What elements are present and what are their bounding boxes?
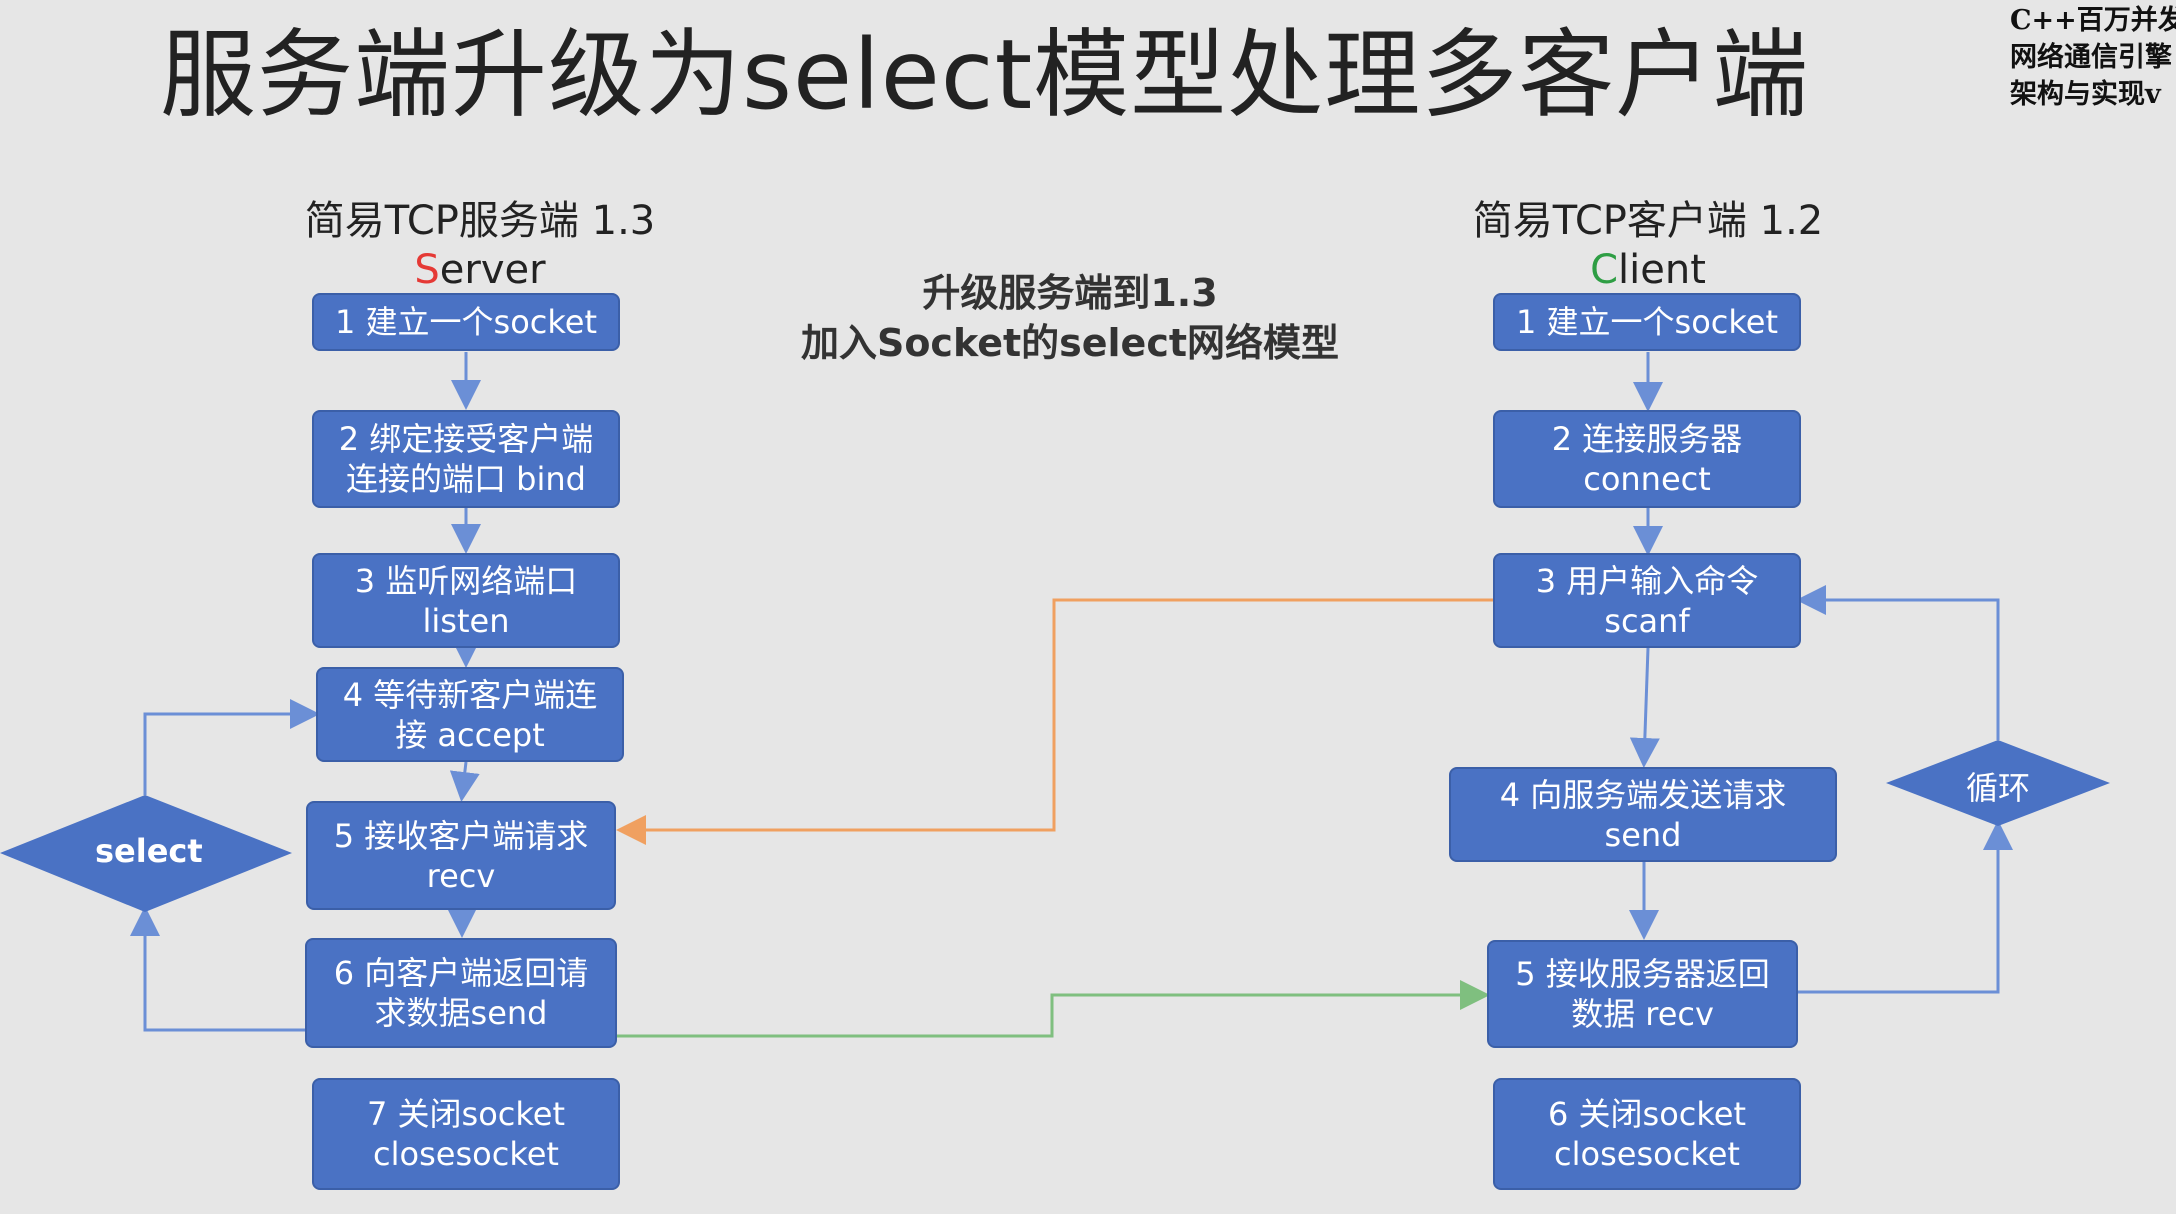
select-loop-up bbox=[130, 906, 305, 1032]
server-to-client-response bbox=[617, 980, 1490, 1038]
server-step-7: 7 关闭socket closesocket bbox=[312, 1078, 620, 1190]
client-step-1: 1 建立一个socket bbox=[1493, 293, 1801, 351]
server-step-5-line-1: 5 接收客户端请求 bbox=[333, 816, 589, 855]
upgrade-note-line-1: 升级服务端到1.3 bbox=[922, 271, 1218, 315]
client-heading: 简易TCP客户端 1.2 bbox=[1472, 198, 1824, 244]
server-heading: 简易TCP服务端 1.3 bbox=[304, 198, 656, 244]
client-step-3: 3 用户输入命令 scanf bbox=[1493, 553, 1801, 648]
client-step-5-line-2: 数据 recv bbox=[1571, 995, 1714, 1033]
client-arrow-3-4 bbox=[1629, 647, 1660, 768]
client-role-initial: C bbox=[1590, 247, 1619, 293]
client-step-3-line-1: 3 用户输入命令 bbox=[1535, 561, 1759, 600]
client-role: Client bbox=[1548, 245, 1748, 295]
server-step-3-line-2: listen bbox=[422, 601, 510, 640]
upgrade-note-line-2: 加入Socket的select网络模型 bbox=[800, 321, 1340, 365]
server-step-3-line-1: 3 监听网络端口 bbox=[354, 561, 578, 600]
server-arrow-4-5 bbox=[449, 761, 480, 802]
client-step-5: 5 接收服务器返回 数据 recv bbox=[1487, 940, 1798, 1048]
server-step-4-line-2: 接 accept bbox=[395, 715, 545, 754]
client-role-rest: lient bbox=[1618, 247, 1706, 293]
server-step-4: 4 等待新客户端连 接 accept bbox=[316, 667, 624, 762]
server-step-2-line-2: 连接的端口 bind bbox=[346, 460, 586, 498]
server-step-2-line-1: 2 绑定接受客户端 bbox=[338, 420, 594, 458]
client-step-4-line-1: 4 向服务端发送请求 bbox=[1499, 775, 1787, 814]
server-step-5: 5 接收客户端请求 recv bbox=[306, 801, 616, 910]
client-step-6-line-2: closesocket bbox=[1554, 1135, 1740, 1173]
client-step-2-line-2: connect bbox=[1583, 460, 1711, 498]
server-step-2: 2 绑定接受客户端 连接的端口 bind bbox=[312, 410, 620, 508]
server-step-1: 1 建立一个socket bbox=[312, 293, 620, 351]
loop-diamond-label: 循环 bbox=[1965, 769, 2030, 807]
select-loop-to-accept bbox=[143, 699, 320, 795]
select-diamond-label: select bbox=[95, 832, 203, 870]
server-role: Server bbox=[380, 245, 580, 295]
client-step-1-line-1: 1 建立一个socket bbox=[1515, 303, 1778, 341]
server-step-5-line-2: recv bbox=[426, 856, 496, 895]
server-step-6-line-1: 6 向客户端返回请 bbox=[333, 954, 589, 992]
client-step-3-line-2: scanf bbox=[1604, 601, 1690, 640]
server-step-6: 6 向客户端返回请 求数据send bbox=[305, 938, 617, 1048]
client-step-2: 2 连接服务器 connect bbox=[1493, 410, 1801, 508]
client-step-4-line-2: send bbox=[1604, 815, 1682, 854]
client-step-6: 6 关闭socket closesocket bbox=[1493, 1078, 1801, 1190]
server-step-1-line-1: 1 建立一个socket bbox=[334, 303, 597, 341]
client-step-2-line-1: 2 连接服务器 bbox=[1551, 420, 1743, 458]
client-step-4: 4 向服务端发送请求 send bbox=[1449, 767, 1837, 862]
server-step-7-line-1: 7 关闭socket bbox=[366, 1095, 565, 1133]
server-role-rest: erver bbox=[439, 247, 546, 293]
loop-back-to-scanf bbox=[1796, 585, 2000, 740]
server-step-4-line-1: 4 等待新客户端连 bbox=[342, 675, 598, 714]
client-step-6-line-1: 6 关闭socket bbox=[1547, 1095, 1746, 1133]
client-to-server-request bbox=[616, 598, 1493, 845]
server-role-initial: S bbox=[414, 247, 440, 293]
server-step-6-line-2: 求数据send bbox=[374, 994, 548, 1032]
server-step-7-line-2: closesocket bbox=[373, 1135, 559, 1173]
client-step-5-line-1: 5 接收服务器返回 bbox=[1515, 955, 1770, 993]
server-step-3: 3 监听网络端口 listen bbox=[312, 553, 620, 648]
upgrade-note: 升级服务端到1.3 加入Socket的select网络模型 bbox=[780, 268, 1360, 368]
